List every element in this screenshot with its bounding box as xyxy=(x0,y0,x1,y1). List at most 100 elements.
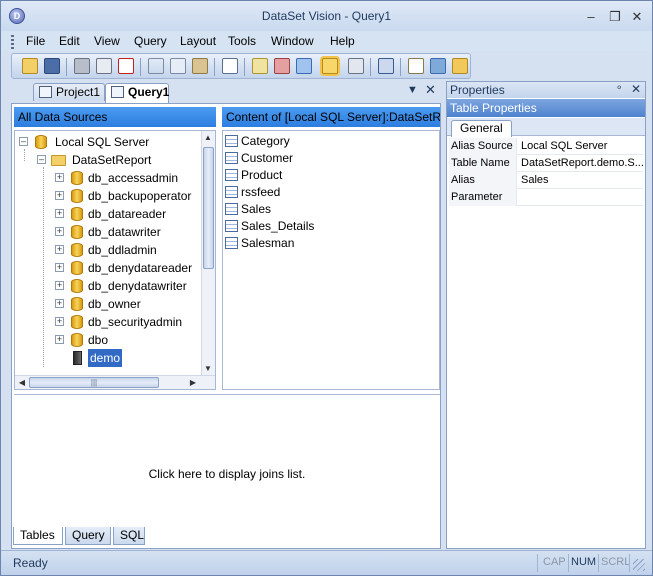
package-icon[interactable] xyxy=(452,58,468,74)
tab-query[interactable]: Query xyxy=(65,527,111,545)
property-row[interactable]: Parameter xyxy=(449,189,643,206)
schema-icon xyxy=(73,351,82,365)
menu-file[interactable]: File xyxy=(26,34,45,48)
collapse-icon[interactable]: – xyxy=(19,137,28,146)
expand-icon[interactable]: + xyxy=(55,191,64,200)
menu-window[interactable]: Window xyxy=(271,34,314,48)
menu-grip[interactable] xyxy=(11,35,14,49)
menu-edit[interactable]: Edit xyxy=(59,34,80,48)
database-label: DataSetReport xyxy=(72,153,152,167)
copy-icon[interactable] xyxy=(170,58,186,74)
expand-icon[interactable]: + xyxy=(55,209,64,218)
table-icon xyxy=(225,237,238,249)
menu-layout[interactable]: Layout xyxy=(180,34,216,48)
table-icon xyxy=(225,152,238,164)
scroll-up-icon[interactable]: ▲ xyxy=(202,133,214,142)
new-report-icon[interactable] xyxy=(408,58,424,74)
tab-project1[interactable]: Project1 xyxy=(33,83,105,101)
property-row[interactable]: Alias Sales xyxy=(449,172,643,189)
property-key: Table Name xyxy=(449,155,517,172)
table-label: rssfeed xyxy=(241,185,281,199)
scroll-thumb[interactable] xyxy=(203,147,214,269)
save-icon[interactable] xyxy=(44,58,60,74)
expand-icon[interactable]: + xyxy=(55,173,64,182)
expand-icon[interactable]: + xyxy=(55,227,64,236)
property-value[interactable]: DataSetReport.demo.S... xyxy=(519,155,643,172)
scroll-down-icon[interactable]: ▼ xyxy=(202,364,214,373)
collapse-icon[interactable]: – xyxy=(37,155,46,164)
joins-hint[interactable]: Click here to display joins list. xyxy=(14,467,440,481)
properties-tabstrip: General xyxy=(447,118,645,137)
table-item[interactable]: Salesman xyxy=(225,235,294,252)
table-item[interactable]: Sales xyxy=(225,201,271,218)
cut-icon[interactable] xyxy=(148,58,164,74)
title-bar: D DataSet Vision - Query1 – ❐ ✕ xyxy=(1,1,652,31)
property-row[interactable]: Table Name DataSetReport.demo.S... xyxy=(449,155,643,172)
table-item[interactable]: Product xyxy=(225,167,282,184)
table-icon xyxy=(225,135,238,147)
resize-grip-icon[interactable] xyxy=(633,559,645,571)
expand-icon[interactable]: + xyxy=(55,263,64,272)
datasource-icon[interactable] xyxy=(430,58,446,74)
schema-label: db_ddladmin xyxy=(88,243,157,257)
property-row[interactable]: Alias Source Local SQL Server xyxy=(449,138,643,155)
tab-tables[interactable]: Tables xyxy=(13,527,63,545)
restore-icon[interactable]: ❐ xyxy=(607,9,623,25)
stop-icon[interactable] xyxy=(274,58,290,74)
tree-horizontal-scrollbar[interactable]: ◀ ||| ▶ xyxy=(15,375,215,389)
tree-vertical-scrollbar[interactable]: ▲ ▼ xyxy=(201,131,215,375)
tab-list-icon[interactable]: ▼ xyxy=(407,84,418,96)
expand-icon[interactable]: + xyxy=(55,299,64,308)
property-value[interactable]: Local SQL Server xyxy=(519,138,643,155)
table-item[interactable]: Category xyxy=(225,133,290,150)
designer-icon[interactable] xyxy=(348,58,364,74)
table-item[interactable]: Customer xyxy=(225,150,293,167)
scroll-right-icon[interactable]: ▶ xyxy=(187,378,199,387)
tab-project1-label: Project1 xyxy=(56,85,101,99)
view-icon[interactable] xyxy=(378,58,394,74)
status-bar: Ready CAP NUM SCRL xyxy=(1,550,652,575)
menu-query[interactable]: Query xyxy=(134,34,167,48)
data-sources-header: All Data Sources xyxy=(14,107,216,127)
print-icon[interactable] xyxy=(74,58,90,74)
menu-help[interactable]: Help xyxy=(330,34,355,48)
export-icon[interactable] xyxy=(296,58,312,74)
content-list[interactable]: Category Customer Product rssfeed Sales Sales… xyxy=(222,130,440,390)
table-icon xyxy=(225,186,238,198)
table-item[interactable]: Sales_Details xyxy=(225,218,314,235)
data-sources-tree[interactable]: – Local SQL Server – DataSetReport + db_a… xyxy=(14,130,216,390)
table-label: Sales xyxy=(241,202,272,216)
execute-icon[interactable] xyxy=(252,58,268,74)
property-value[interactable]: Sales xyxy=(519,172,643,189)
properties-icon[interactable] xyxy=(322,58,338,74)
tab-general[interactable]: General xyxy=(451,120,512,137)
table-item[interactable]: rssfeed xyxy=(225,184,280,201)
open-folder-icon[interactable] xyxy=(22,58,38,74)
property-key: Alias xyxy=(449,172,517,189)
menu-tools[interactable]: Tools xyxy=(228,34,256,48)
menu-view[interactable]: View xyxy=(94,34,120,48)
close-properties-icon[interactable]: ✕ xyxy=(631,82,641,96)
close-tab-icon[interactable]: ✕ xyxy=(425,82,436,98)
property-value[interactable] xyxy=(519,189,643,206)
schema-db-icon xyxy=(71,171,83,185)
joins-pane[interactable]: Click here to display joins list. xyxy=(14,394,440,544)
scroll-left-icon[interactable]: ◀ xyxy=(16,378,28,387)
hscroll-thumb[interactable]: ||| xyxy=(29,377,159,388)
tab-sql[interactable]: SQL xyxy=(113,527,145,545)
expand-icon[interactable]: + xyxy=(55,281,64,290)
pin-icon[interactable]: ⚬ xyxy=(615,83,623,94)
minimize-icon[interactable]: – xyxy=(583,9,599,25)
pdf-icon[interactable] xyxy=(118,58,134,74)
schema-db-icon xyxy=(71,261,83,275)
help-icon[interactable] xyxy=(222,58,238,74)
close-icon[interactable]: ✕ xyxy=(629,9,645,25)
schema-label: db_datareader xyxy=(88,207,167,221)
expand-icon[interactable]: + xyxy=(55,317,64,326)
expand-icon[interactable]: + xyxy=(55,335,64,344)
expand-icon[interactable]: + xyxy=(55,245,64,254)
query-panel: All Data Sources Content of [Local SQL S… xyxy=(11,103,441,549)
paste-icon[interactable] xyxy=(192,58,208,74)
tab-query1[interactable]: Query1 xyxy=(105,83,169,103)
print-preview-icon[interactable] xyxy=(96,58,112,74)
